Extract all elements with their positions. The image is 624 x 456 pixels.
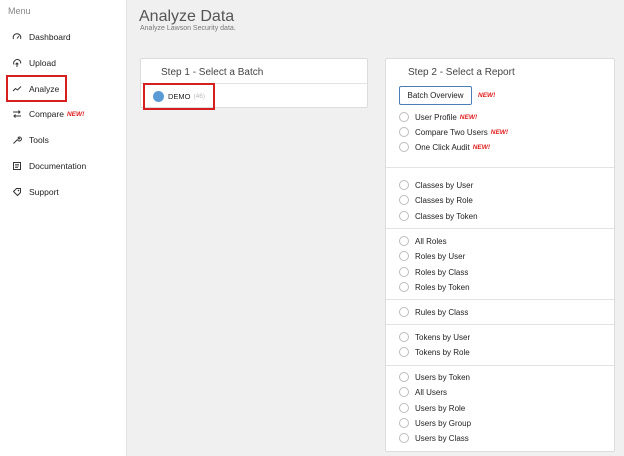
report-option-roles-by-user[interactable]: Roles by User [399, 249, 465, 263]
new-badge: NEW! [490, 128, 509, 136]
analyze-highlight-box [6, 75, 67, 102]
upload-icon [12, 58, 22, 68]
radio-button[interactable] [399, 418, 409, 428]
radio-button[interactable] [399, 332, 409, 342]
step2-title: Step 2 - Select a Report [408, 67, 515, 78]
radio-button[interactable] [399, 112, 409, 122]
report-label: User Profile [415, 112, 457, 122]
new-badge: NEW! [478, 92, 496, 99]
report-option-classes-by-role[interactable]: Classes by Role [399, 193, 473, 207]
sidebar: Menu Dashboard Upload Analyze Compare NE… [0, 0, 127, 456]
page-title: Analyze Data [139, 8, 235, 25]
report-label: Users by Token [415, 372, 470, 382]
divider [386, 299, 614, 300]
report-option-one-click-audit[interactable]: One Click Audit NEW! [399, 140, 490, 154]
new-badge: NEW! [472, 143, 491, 151]
radio-button[interactable] [399, 403, 409, 413]
report-option-user-profile[interactable]: User Profile NEW! [399, 110, 477, 124]
support-icon [12, 187, 22, 197]
sidebar-item-support[interactable]: Support [12, 183, 59, 201]
report-option-users-by-role[interactable]: Users by Role [399, 401, 465, 415]
new-badge: NEW! [459, 113, 478, 121]
step1-title: Step 1 - Select a Batch [161, 67, 264, 78]
report-option-all-roles[interactable]: All Roles [399, 234, 447, 248]
radio-button[interactable] [399, 251, 409, 261]
sidebar-item-label: Compare [29, 109, 64, 119]
report-option-users-by-class[interactable]: Users by Class [399, 431, 469, 445]
demo-highlight-box [143, 83, 215, 110]
radio-button[interactable] [399, 236, 409, 246]
dashboard-icon [12, 32, 22, 42]
report-label: Compare Two Users [415, 127, 488, 137]
sidebar-item-label: Dashboard [29, 32, 71, 42]
report-label: Classes by Token [415, 211, 478, 221]
radio-button[interactable] [399, 347, 409, 357]
report-label: Classes by User [415, 180, 474, 190]
report-label: Roles by Class [415, 267, 469, 277]
report-option-rules-by-class[interactable]: Rules by Class [399, 305, 468, 319]
radio-button[interactable] [399, 282, 409, 292]
sidebar-item-documentation[interactable]: Documentation [12, 157, 86, 175]
step2-panel: Step 2 - Select a Report Batch Overview … [385, 58, 615, 452]
report-option-all-users[interactable]: All Users [399, 385, 447, 399]
radio-button[interactable] [399, 211, 409, 221]
report-label: Roles by User [415, 251, 466, 261]
sidebar-item-compare[interactable]: Compare NEW! [12, 105, 84, 123]
tools-icon [12, 135, 22, 145]
sidebar-item-label: Tools [29, 135, 49, 145]
report-label: Users by Role [415, 403, 466, 413]
sidebar-item-tools[interactable]: Tools [12, 131, 49, 149]
page-subtitle: Analyze Lawson Security data. [140, 25, 236, 32]
report-label: Users by Class [415, 433, 469, 443]
radio-button[interactable] [399, 267, 409, 277]
new-badge: NEW! [66, 110, 85, 118]
report-option-classes-by-user[interactable]: Classes by User [399, 178, 473, 192]
report-option-tokens-by-role[interactable]: Tokens by Role [399, 345, 470, 359]
divider [386, 324, 614, 325]
sidebar-item-label: Documentation [29, 161, 87, 171]
report-label: All Users [415, 387, 448, 397]
report-label: Users by Group [415, 418, 472, 428]
radio-button[interactable] [399, 142, 409, 152]
radio-button[interactable] [399, 307, 409, 317]
radio-button[interactable] [399, 387, 409, 397]
report-label: All Roles [415, 236, 447, 246]
divider [386, 365, 614, 366]
report-option-roles-by-token[interactable]: Roles by Token [399, 280, 470, 294]
sidebar-item-upload[interactable]: Upload [12, 54, 56, 72]
report-option-classes-by-token[interactable]: Classes by Token [399, 209, 478, 223]
batch-overview-button[interactable]: Batch Overview [399, 86, 472, 105]
report-option-users-by-group[interactable]: Users by Group [399, 416, 471, 430]
report-option-users-by-token[interactable]: Users by Token [399, 370, 470, 384]
report-option-roles-by-class[interactable]: Roles by Class [399, 265, 468, 279]
report-label: Tokens by User [415, 332, 471, 342]
divider [386, 167, 614, 168]
documentation-icon [12, 161, 22, 171]
menu-title: Menu [8, 6, 31, 16]
report-label: Rules by Class [415, 307, 469, 317]
report-option-tokens-by-user[interactable]: Tokens by User [399, 330, 470, 344]
sidebar-item-label: Upload [29, 58, 56, 68]
report-label: Roles by Token [415, 282, 470, 292]
compare-icon [12, 109, 22, 119]
report-label: One Click Audit [415, 142, 470, 152]
radio-button[interactable] [399, 195, 409, 205]
report-label: Tokens by Role [415, 347, 470, 357]
main-content: Analyze Data Analyze Lawson Security dat… [127, 0, 624, 456]
radio-button[interactable] [399, 180, 409, 190]
radio-button[interactable] [399, 372, 409, 382]
report-option-compare-two-users[interactable]: Compare Two Users NEW! [399, 125, 508, 139]
radio-button[interactable] [399, 433, 409, 443]
report-label: Classes by Role [415, 195, 473, 205]
radio-button[interactable] [399, 127, 409, 137]
divider [386, 228, 614, 229]
sidebar-item-label: Support [29, 187, 59, 197]
sidebar-item-dashboard[interactable]: Dashboard [12, 28, 71, 46]
